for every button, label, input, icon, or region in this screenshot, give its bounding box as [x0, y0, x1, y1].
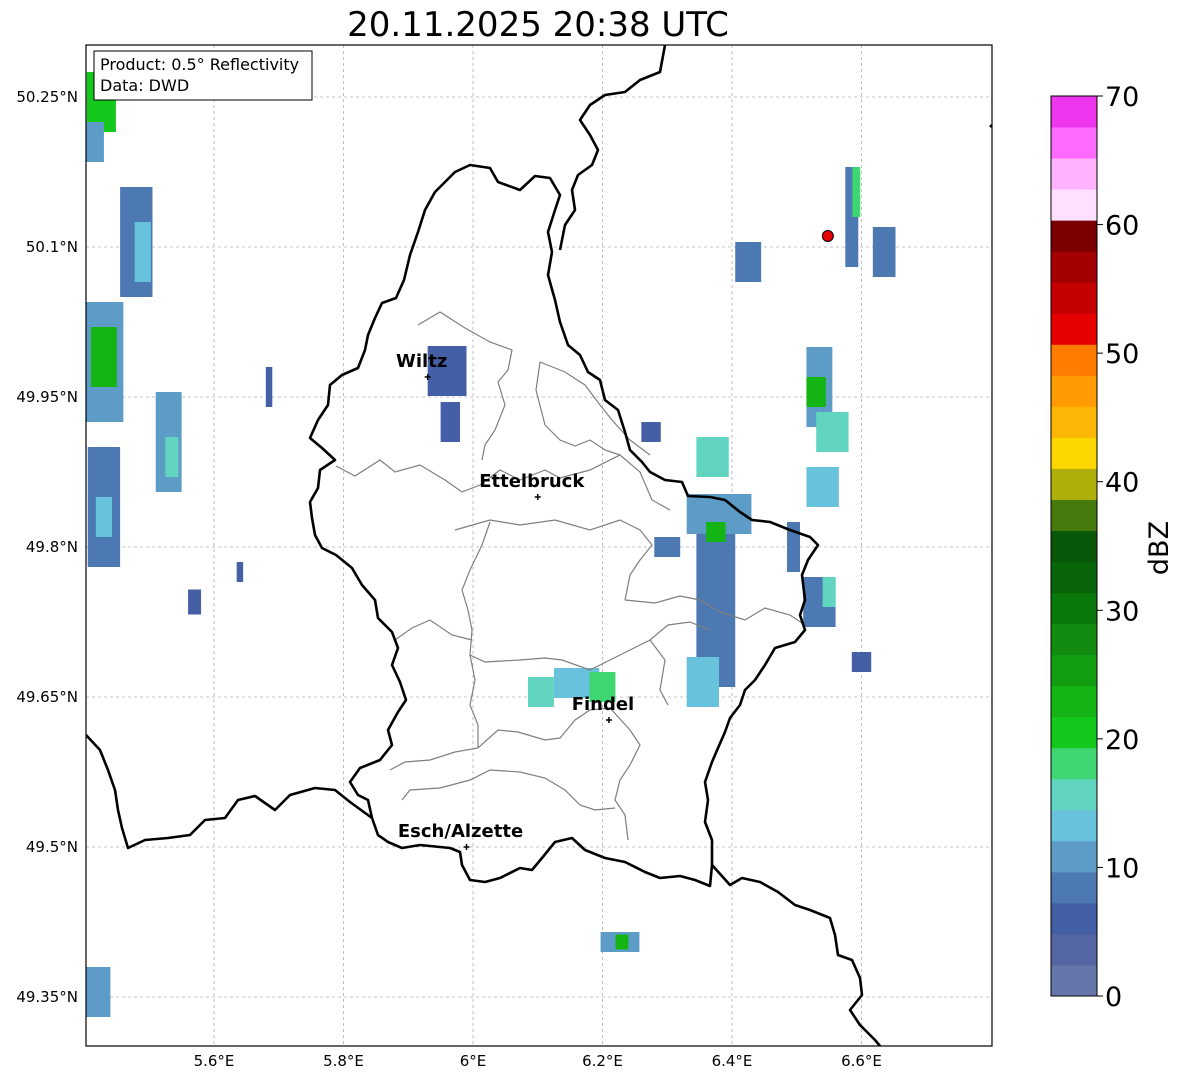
radar-echo [86, 967, 111, 1017]
colorbar-bin [1051, 468, 1097, 500]
colorbar-bin [1051, 964, 1097, 997]
radar-echo [706, 522, 726, 542]
colorbar-bin [1051, 530, 1097, 563]
lat-tick-label: 50.1°N [26, 238, 78, 256]
city-label: Ettelbruck [479, 471, 585, 492]
colorbar-bin [1051, 654, 1097, 687]
radar-echo [806, 377, 826, 407]
colorbar-bin [1051, 313, 1097, 345]
lat-tick-label: 50.25°N [16, 88, 78, 106]
colorbar-bin [1051, 592, 1097, 625]
lat-tick-label: 49.5°N [26, 838, 78, 856]
radar-echo [851, 652, 872, 672]
lon-tick-label: 6.6°E [841, 1052, 882, 1070]
colorbar-bin [1051, 437, 1097, 469]
colorbar-tick-label: 30 [1105, 596, 1139, 627]
colorbar-bin [1051, 871, 1097, 904]
colorbar-tick-label: 0 [1105, 982, 1122, 1013]
info-product: Product: 0.5° Reflectivity [100, 55, 299, 74]
lon-tick-label: 5.6°E [194, 1052, 235, 1070]
colorbar-bin [1051, 127, 1097, 159]
radar-echo [236, 562, 244, 582]
lat-tick-label: 49.8°N [26, 538, 78, 556]
colorbar-bin [1051, 406, 1097, 438]
colorbar-bin [1051, 747, 1097, 780]
colorbar-tick-label: 70 [1105, 82, 1139, 113]
colorbar-bin [1051, 220, 1097, 252]
radar-echo [806, 467, 839, 507]
radar-echo [165, 437, 179, 477]
colorbar-bin [1051, 685, 1097, 718]
city-label: Esch/Alzette [398, 821, 523, 842]
colorbar-bin [1051, 158, 1097, 190]
radar-echo [90, 327, 117, 387]
colorbar-bin [1051, 933, 1097, 966]
colorbar-bin [1051, 809, 1097, 842]
radar-figure: 20.11.2025 20:38 UTC WiltzEttelbruckFind… [16, 5, 1175, 1070]
colorbar-bin [1051, 623, 1097, 656]
colorbar-bin [1051, 96, 1097, 128]
lon-tick-label: 6.4°E [712, 1052, 753, 1070]
colorbar-tick-label: 60 [1105, 211, 1139, 242]
radar-echo [735, 242, 762, 282]
lat-tick-label: 49.95°N [16, 388, 78, 406]
colorbar-bin [1051, 561, 1097, 594]
colorbar-bin [1051, 778, 1097, 811]
radar-echo [696, 437, 729, 477]
city-label: Findel [572, 694, 635, 715]
colorbar: 0 10 20 30 40 50 60 70 dBZ [1050, 82, 1175, 1013]
colorbar-tick-label: 10 [1105, 853, 1139, 884]
radar-echo [86, 122, 104, 162]
colorbar-bins [1051, 96, 1097, 997]
colorbar-bin [1051, 716, 1097, 749]
radar-echo [188, 589, 202, 615]
colorbar-ticks: 0 10 20 30 40 50 60 70 [1097, 82, 1139, 1013]
colorbar-bin [1051, 375, 1097, 407]
figure-title: 20.11.2025 20:38 UTC [347, 5, 729, 45]
colorbar-bin [1051, 902, 1097, 935]
radar-echo [641, 422, 661, 442]
lon-tick-label: 6.2°E [582, 1052, 623, 1070]
colorbar-bin [1051, 282, 1097, 314]
colorbar-tick-label: 20 [1105, 725, 1139, 756]
info-data-source: Data: DWD [100, 76, 189, 95]
colorbar-label: dBZ [1144, 521, 1175, 575]
colorbar-bin [1051, 251, 1097, 283]
radar-echo [822, 577, 836, 607]
colorbar-tick-label: 40 [1105, 468, 1139, 499]
city-label: Wiltz [396, 351, 447, 372]
radar-site-marker [821, 230, 834, 242]
radar-echo [654, 537, 681, 557]
lat-tick-label: 49.65°N [16, 688, 78, 706]
colorbar-bin [1051, 840, 1097, 873]
radar-echo [872, 227, 896, 277]
radar-echo [615, 934, 629, 950]
radar-echo [265, 367, 273, 407]
map-area: Wiltz Ettelbruck Findel Esch/Alzette Produc… [85, 44, 993, 1047]
radar-echo [686, 657, 720, 707]
radar-echo [440, 402, 461, 442]
radar-echo [134, 222, 151, 282]
radar-echo [95, 497, 113, 537]
colorbar-bin [1051, 189, 1097, 221]
colorbar-tick-label: 50 [1105, 339, 1139, 370]
colorbar-bin [1051, 344, 1097, 376]
radar-echo [816, 412, 849, 452]
lon-tick-label: 5.8°E [323, 1052, 364, 1070]
lat-tick-label: 49.35°N [16, 988, 78, 1006]
info-box: Product: 0.5° Reflectivity Data: DWD [93, 50, 313, 101]
radar-echo [528, 677, 554, 707]
colorbar-bin [1051, 499, 1097, 531]
radar-echo [852, 167, 861, 217]
lon-tick-label: 6°E [460, 1052, 487, 1070]
